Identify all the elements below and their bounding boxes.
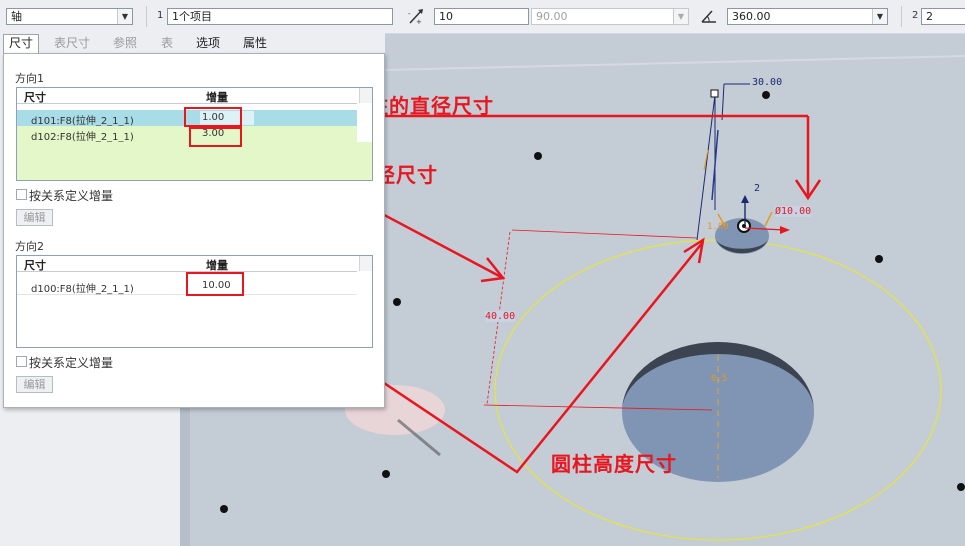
dimension-name: d102:F8(拉伸_2_1_1) [31, 132, 134, 143]
part-side-face [180, 405, 190, 546]
svg-text:-: - [408, 10, 411, 18]
part-edge [384, 55, 965, 71]
chevron-down-icon[interactable]: ▼ [872, 9, 887, 24]
table-header: 尺寸 增量 [17, 88, 357, 104]
tab-table-dimensions[interactable]: 表尺寸 [49, 35, 95, 52]
dimension-name: d100:F8(拉伸_2_1_1) [31, 284, 134, 295]
chevron-down-icon[interactable]: ▼ [673, 9, 688, 24]
highlight-box-diameter [184, 107, 242, 127]
first-increment-value: 10 [439, 10, 453, 23]
angle-range-select[interactable]: 360.00 ▼ [727, 8, 888, 25]
relation-increment-label: 按关系定义增量 [29, 189, 114, 203]
angle-range-value: 360.00 [732, 10, 771, 23]
dim-hole: 0.5 [711, 374, 728, 384]
dim-40[interactable]: 40.00 [485, 311, 516, 322]
dim-2[interactable]: 2 [754, 183, 760, 194]
edit-button[interactable]: 编辑 [16, 209, 53, 226]
dimension-name: d101:F8(拉伸_2_1_1) [31, 116, 134, 127]
pattern-type-value: 轴 [11, 10, 22, 23]
dashboard-toolbar: 轴 ▼ 1 1个项目 - + 10 90.00 ▼ 360.00 ▼ 2 2 [0, 0, 965, 34]
column-increment: 增量 [206, 91, 228, 104]
tab-properties[interactable]: 属性 [238, 35, 272, 52]
column-increment: 增量 [206, 259, 228, 272]
ref-count-label: 1 [157, 10, 164, 21]
dim-30[interactable]: 30.00 [752, 77, 782, 88]
highlight-box-height [186, 272, 244, 296]
relation-increment-label: 按关系定义增量 [29, 356, 114, 370]
second-increment-value: 90.00 [536, 10, 568, 23]
dim-diameter[interactable]: Ø10.00 [775, 206, 812, 217]
dimensions-panel: 方向1 尺寸 增量 d101:F8(拉伸_2_1_1) 1.00 d102:F8… [3, 53, 385, 408]
table-header: 尺寸 增量 [17, 256, 357, 272]
angle-range-icon[interactable] [700, 8, 718, 25]
pattern-type-select[interactable]: 轴 ▼ [6, 8, 133, 25]
second-increment-select[interactable]: 90.00 ▼ [531, 8, 689, 25]
highlight-box-radius [189, 127, 242, 147]
toolbar-separator [146, 6, 147, 27]
member-count-label: 2 [912, 10, 919, 21]
flip-direction-icon[interactable]: - + [407, 8, 425, 25]
reference-value: 1个项目 [172, 10, 212, 23]
tab-dimensions[interactable]: 尺寸 [3, 34, 40, 54]
chevron-down-icon[interactable]: ▼ [117, 9, 132, 24]
lower-left-panel-bg [0, 408, 180, 546]
direction2-table[interactable]: 尺寸 增量 d100:F8(拉伸_2_1_1) 10.00 [16, 255, 373, 348]
dashboard-tabs: 尺寸 表尺寸 参照 表 选项 属性 [0, 33, 385, 54]
svg-text:+: + [416, 18, 422, 25]
relation-increment-checkbox[interactable] [16, 356, 27, 367]
direction2-title: 方向2 [15, 240, 44, 253]
scrollbar[interactable] [359, 88, 372, 103]
column-dimension: 尺寸 [24, 91, 46, 104]
member-count-value: 2 [926, 10, 933, 23]
reference-collector[interactable]: 1个项目 [167, 8, 393, 25]
member-count-input[interactable]: 2 [921, 8, 965, 25]
first-increment-input[interactable]: 10 [434, 8, 529, 25]
edit-button[interactable]: 编辑 [16, 376, 53, 393]
direction1-title: 方向1 [15, 72, 44, 85]
relation-increment-checkbox[interactable] [16, 189, 27, 200]
toolbar-separator [901, 6, 902, 27]
tab-references[interactable]: 参照 [108, 35, 142, 52]
callout-height: 圆柱高度尺寸 [551, 452, 677, 476]
tab-table[interactable]: 表 [156, 35, 178, 52]
dim-small[interactable]: 1.00 [707, 222, 729, 232]
table-empty-area [17, 142, 372, 180]
column-dimension: 尺寸 [24, 259, 46, 272]
table-row[interactable]: d102:F8(拉伸_2_1_1) 3.00 [17, 126, 357, 143]
tab-options[interactable]: 选项 [191, 35, 225, 52]
scrollbar[interactable] [359, 256, 372, 271]
